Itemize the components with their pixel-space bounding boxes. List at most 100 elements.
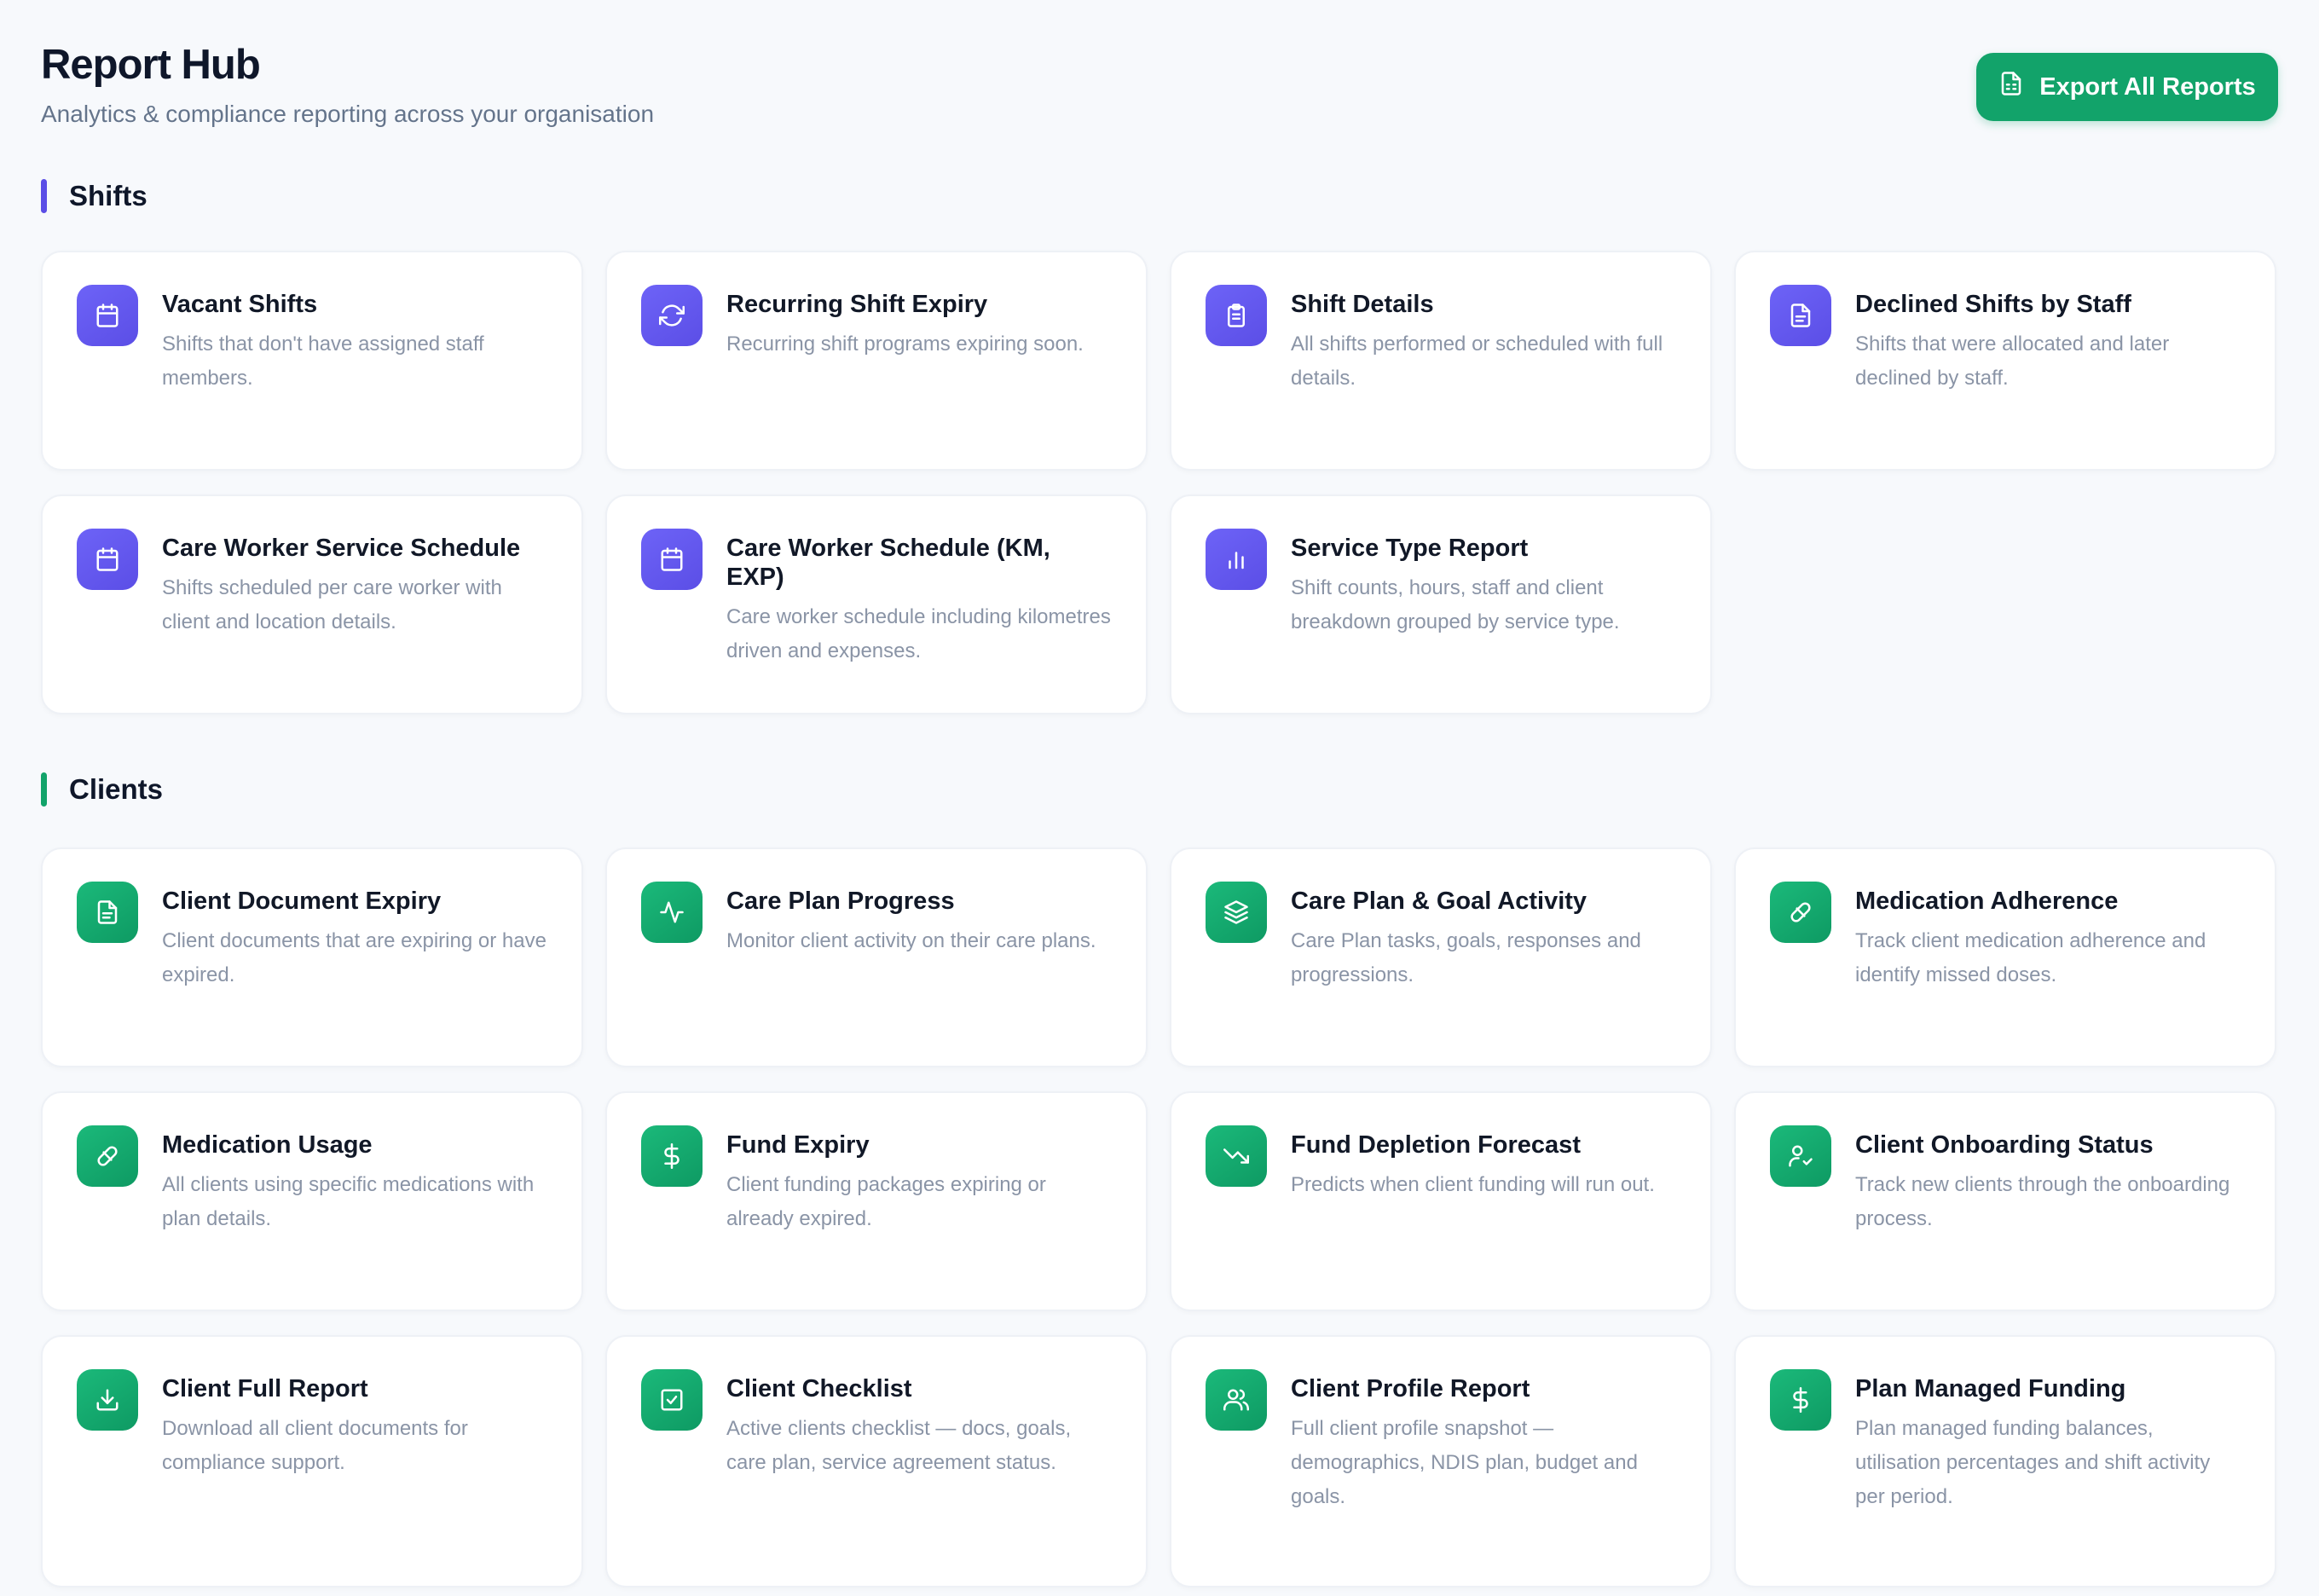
shifts-section-accent-bar: [41, 179, 47, 213]
shifts-section-header: Shifts: [41, 171, 2278, 222]
report-card-recurring-shift-expiry[interactable]: Recurring Shift Expiry Recurring shift pr…: [605, 251, 1148, 471]
report-card-text: Client Checklist Active clients checklist…: [726, 1369, 1113, 1480]
report-card-title: Declined Shifts by Staff: [1855, 291, 2131, 318]
report-card-care-plan-progress[interactable]: Care Plan Progress Monitor client activit…: [605, 847, 1148, 1067]
report-card-description: All clients using specific medications w…: [162, 1173, 535, 1230]
report-card-description: Shifts scheduled per care worker with cl…: [162, 576, 502, 633]
checkbox-icon: [641, 1369, 703, 1431]
report-card-text: Care Plan & Goal Activity Care Plan tasks…: [1291, 882, 1678, 992]
bar-chart-icon: [1206, 529, 1267, 590]
report-card-text: Care Plan Progress Monitor client activit…: [726, 882, 1113, 958]
report-card-client-full-report[interactable]: Client Full Report Download all client do…: [41, 1335, 583, 1587]
report-card-description: Download all client documents for compli…: [162, 1417, 468, 1474]
report-card-client-checklist[interactable]: Client Checklist Active clients checklist…: [605, 1335, 1148, 1587]
download-icon: [77, 1369, 138, 1431]
report-card-title: Fund Expiry: [726, 1131, 870, 1159]
trending-down-icon: [1206, 1125, 1267, 1187]
report-card-title: Shift Details: [1291, 291, 1434, 318]
report-card-care-worker-service-schedule[interactable]: Care Worker Service Schedule Shifts sched…: [41, 494, 583, 714]
report-card-title: Care Plan Progress: [726, 888, 955, 915]
report-card-title: Vacant Shifts: [162, 291, 318, 318]
report-card-text: Client Onboarding Status Track new client…: [1855, 1125, 2242, 1236]
report-card-title: Medication Adherence: [1855, 888, 2119, 915]
report-card-description: Shifts that were allocated and later dec…: [1855, 332, 2170, 390]
report-card-description: All shifts performed or scheduled with f…: [1291, 332, 1663, 390]
activity-icon: [641, 882, 703, 943]
export-all-reports-label: Export All Reports: [2039, 72, 2256, 101]
report-card-title: Recurring Shift Expiry: [726, 291, 988, 318]
report-card-title: Care Worker Schedule (KM, EXP): [726, 535, 1050, 591]
user-check-icon: [1770, 1125, 1831, 1187]
calendar-icon: [77, 285, 138, 346]
users-icon: [1206, 1369, 1267, 1431]
report-card-fund-depletion-forecast[interactable]: Fund Depletion Forecast Predicts when cli…: [1170, 1091, 1712, 1311]
report-card-medication-adherence[interactable]: Medication Adherence Track client medicat…: [1734, 847, 2276, 1067]
shifts-section-title: Shifts: [69, 180, 147, 211]
export-file-icon: [1998, 71, 2024, 103]
report-card-description: Shift counts, hours, staff and client br…: [1291, 576, 1620, 633]
report-card-text: Shift Details All shifts performed or sch…: [1291, 285, 1678, 396]
report-card-description: Recurring shift programs expiring soon.: [726, 332, 1084, 356]
report-card-description: Client documents that are expiring or ha…: [162, 929, 546, 986]
refresh-icon: [641, 285, 703, 346]
export-all-reports-button[interactable]: Export All Reports: [1976, 53, 2278, 121]
report-card-title: Client Document Expiry: [162, 888, 442, 915]
report-card-description: Monitor client activity on their care pl…: [726, 929, 1096, 952]
report-card-declined-shifts-by-staff[interactable]: Declined Shifts by Staff Shifts that were…: [1734, 251, 2276, 471]
clients-section: Clients Client Document Expiry Client doc…: [41, 764, 2278, 1587]
report-card-text: Recurring Shift Expiry Recurring shift pr…: [726, 285, 1113, 361]
report-card-title: Client Checklist: [726, 1375, 912, 1402]
clients-section-accent-bar: [41, 772, 47, 807]
pill-icon: [77, 1125, 138, 1187]
report-card-shift-details[interactable]: Shift Details All shifts performed or sch…: [1170, 251, 1712, 471]
report-card-text: Declined Shifts by Staff Shifts that were…: [1855, 285, 2242, 396]
report-card-title: Client Profile Report: [1291, 1375, 1530, 1402]
report-card-description: Full client profile snapshot — demograph…: [1291, 1417, 1638, 1508]
report-card-plan-managed-funding[interactable]: Plan Managed Funding Plan managed funding…: [1734, 1335, 2276, 1587]
page-title: Report Hub: [41, 42, 261, 88]
report-card-text: Service Type Report Shift counts, hours, …: [1291, 529, 1678, 639]
clients-report-grid: Client Document Expiry Client documents t…: [41, 847, 2278, 1587]
report-card-text: Client Document Expiry Client documents t…: [162, 882, 549, 992]
report-card-description: Active clients checklist — docs, goals, …: [726, 1417, 1072, 1474]
report-card-text: Plan Managed Funding Plan managed funding…: [1855, 1369, 2242, 1514]
report-card-description: Care worker schedule including kilometre…: [726, 605, 1111, 662]
report-card-client-document-expiry[interactable]: Client Document Expiry Client documents t…: [41, 847, 583, 1067]
report-card-fund-expiry[interactable]: Fund Expiry Client funding packages expir…: [605, 1091, 1148, 1311]
report-card-text: Client Full Report Download all client do…: [162, 1369, 549, 1480]
report-card-description: Plan managed funding balances, utilisati…: [1855, 1417, 2211, 1508]
layers-icon: [1206, 882, 1267, 943]
report-card-description: Client funding packages expiring or alre…: [726, 1173, 1046, 1230]
report-card-care-worker-schedule-km-exp[interactable]: Care Worker Schedule (KM, EXP) Care worke…: [605, 494, 1148, 714]
clipboard-icon: [1206, 285, 1267, 346]
shifts-section: Shifts Vacant Shifts Shifts that don't ha…: [41, 171, 2278, 714]
report-card-medication-usage[interactable]: Medication Usage All clients using specif…: [41, 1091, 583, 1311]
page-header: Report Hub Analytics & compliance report…: [41, 0, 2278, 171]
report-card-text: Fund Depletion Forecast Predicts when cli…: [1291, 1125, 1678, 1202]
report-card-title: Service Type Report: [1291, 535, 1529, 562]
report-hub-page: Report Hub Analytics & compliance report…: [0, 0, 2319, 1596]
report-card-text: Fund Expiry Client funding packages expir…: [726, 1125, 1113, 1236]
report-card-title: Plan Managed Funding: [1855, 1375, 2126, 1402]
report-card-text: Care Worker Schedule (KM, EXP) Care worke…: [726, 529, 1113, 668]
report-card-description: Shifts that don't have assigned staff me…: [162, 332, 484, 390]
report-card-title: Fund Depletion Forecast: [1291, 1131, 1581, 1159]
page-subtitle: Analytics & compliance reporting across …: [41, 101, 655, 127]
report-card-vacant-shifts[interactable]: Vacant Shifts Shifts that don't have assi…: [41, 251, 583, 471]
clients-section-title: Clients: [69, 773, 164, 805]
document-icon: [1770, 285, 1831, 346]
report-card-text: Vacant Shifts Shifts that don't have assi…: [162, 285, 549, 396]
pill-icon: [1770, 882, 1831, 943]
calendar-icon: [77, 529, 138, 590]
report-card-text: Medication Adherence Track client medicat…: [1855, 882, 2242, 992]
report-card-care-plan-goal-activity[interactable]: Care Plan & Goal Activity Care Plan tasks…: [1170, 847, 1712, 1067]
report-card-description: Track client medication adherence and id…: [1855, 929, 2206, 986]
shifts-report-grid: Vacant Shifts Shifts that don't have assi…: [41, 251, 2278, 714]
report-card-service-type-report[interactable]: Service Type Report Shift counts, hours, …: [1170, 494, 1712, 714]
report-card-title: Client Onboarding Status: [1855, 1131, 2154, 1159]
report-card-client-profile-report[interactable]: Client Profile Report Full client profile…: [1170, 1335, 1712, 1587]
report-card-title: Client Full Report: [162, 1375, 368, 1402]
report-card-client-onboarding-status[interactable]: Client Onboarding Status Track new client…: [1734, 1091, 2276, 1311]
report-card-description: Predicts when client funding will run ou…: [1291, 1173, 1655, 1196]
report-card-description: Care Plan tasks, goals, responses and pr…: [1291, 929, 1641, 986]
